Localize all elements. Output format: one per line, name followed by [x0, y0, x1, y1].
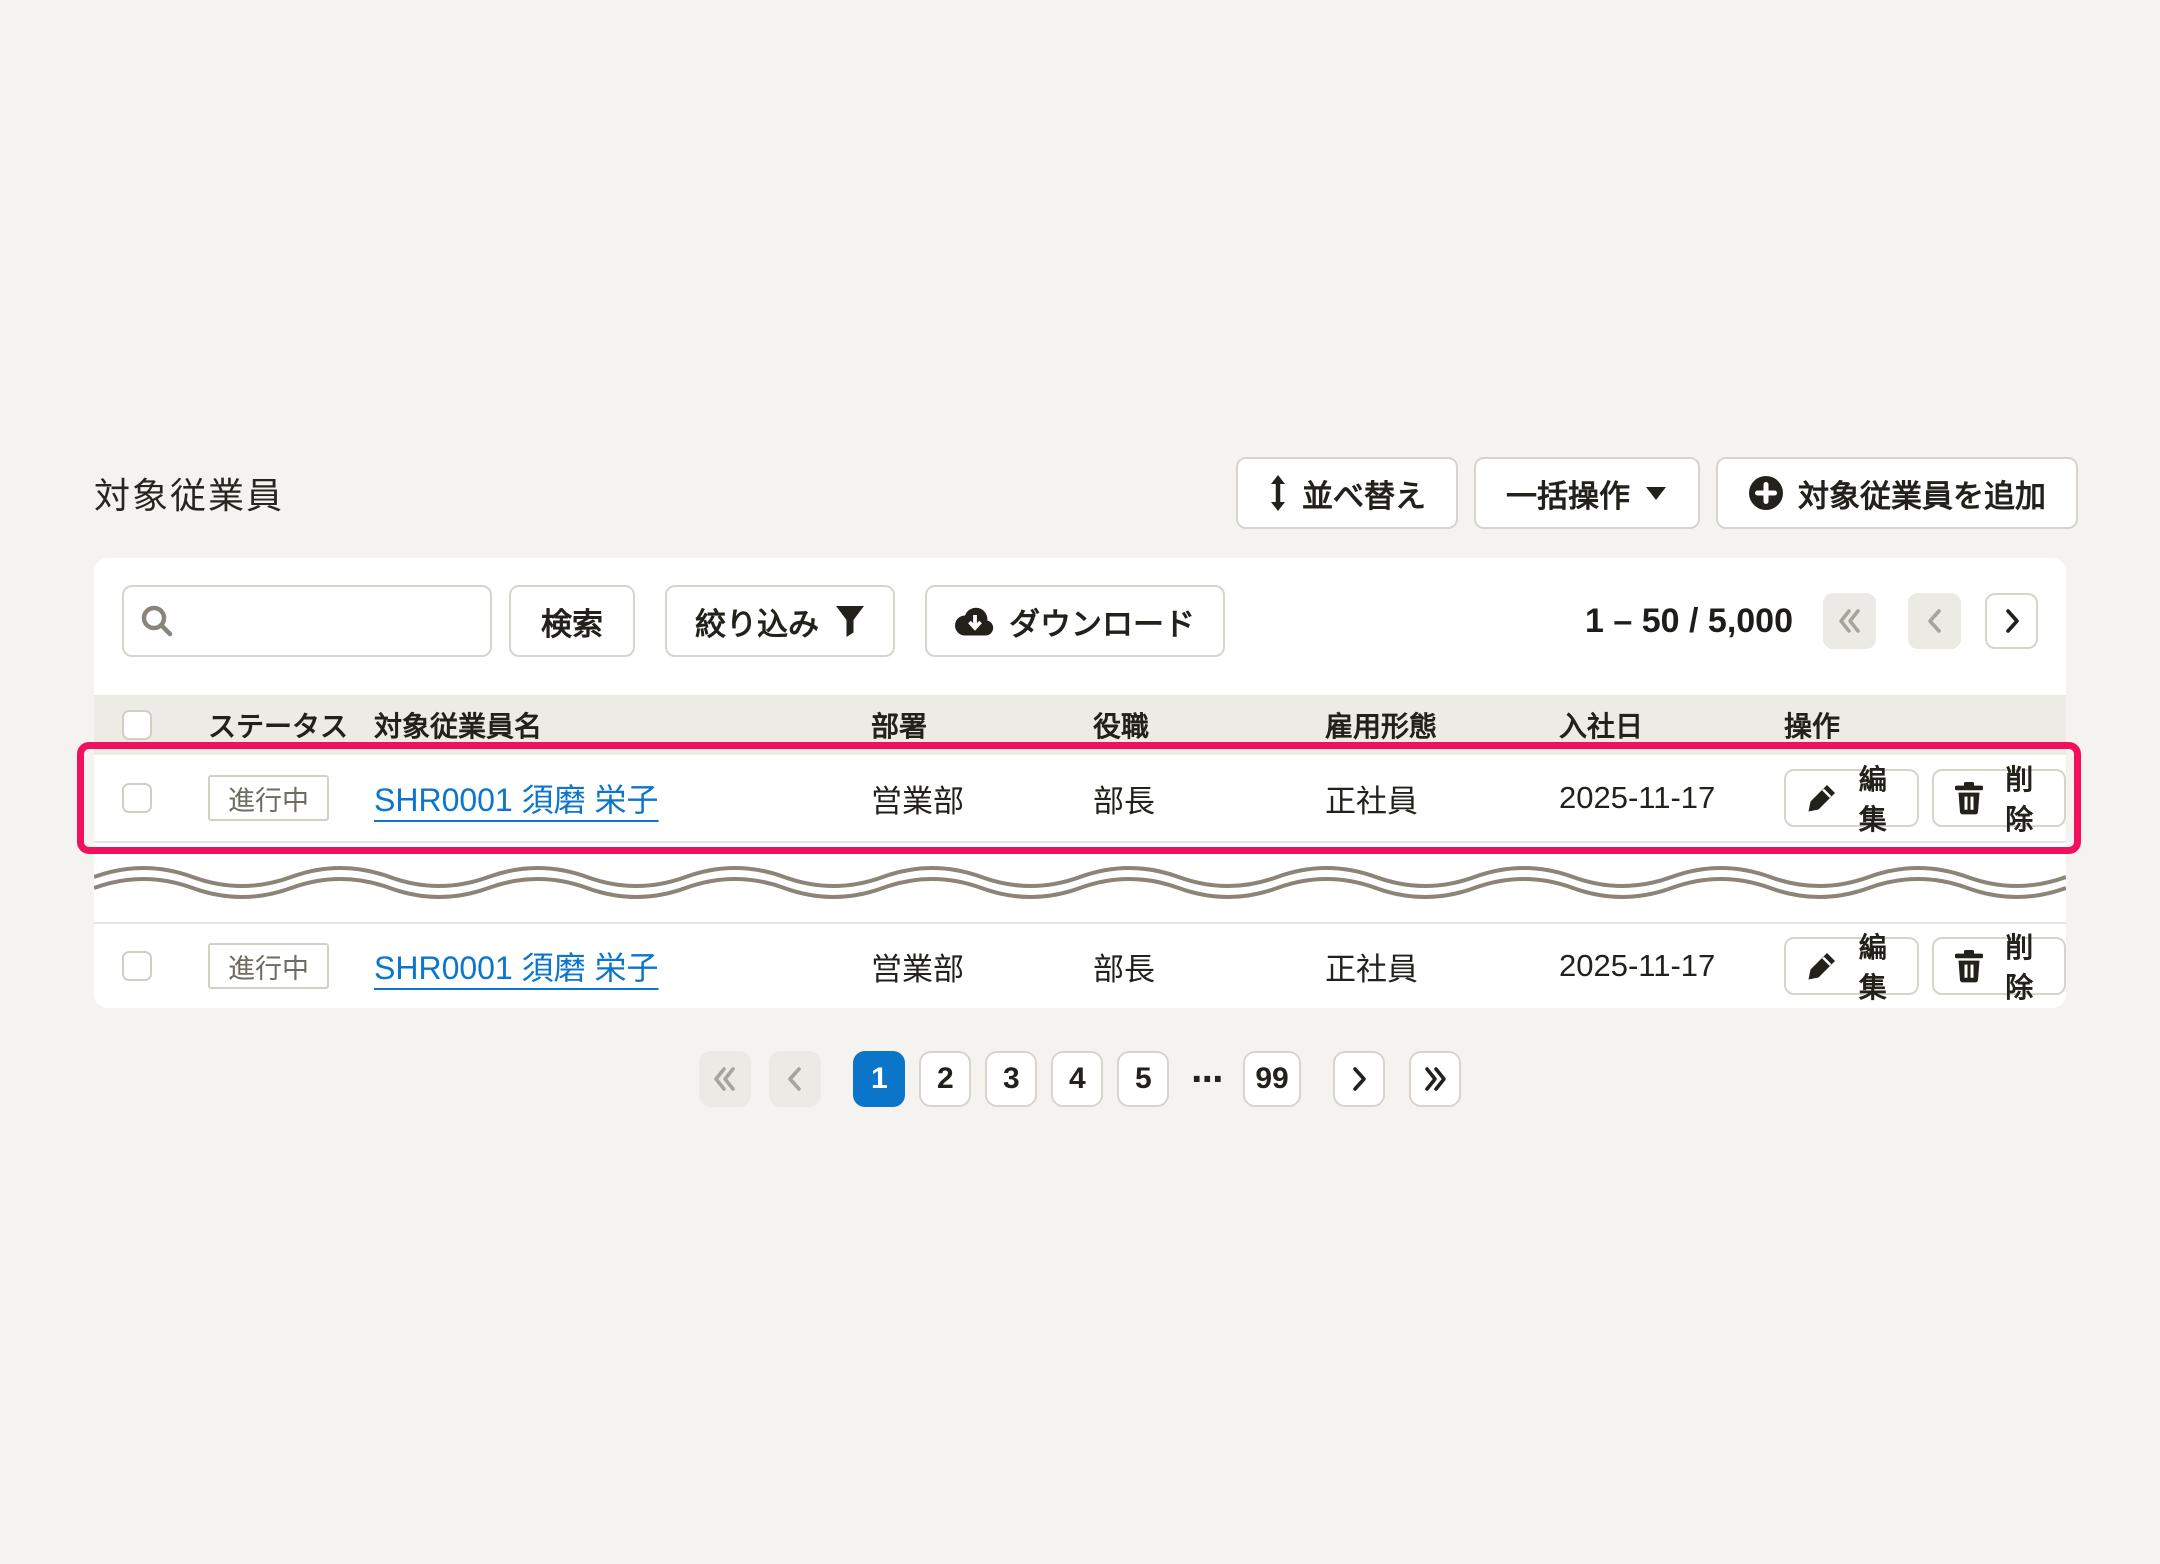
position-cell: 部長: [1093, 783, 1155, 819]
plus-circle-icon: [1748, 475, 1784, 511]
employee-name-link[interactable]: SHR0001 須磨 栄子: [374, 775, 659, 821]
column-header-status: ステータス: [208, 711, 349, 742]
column-header-department: 部署: [871, 711, 928, 742]
chevron-left-icon: [1925, 607, 1945, 635]
double-chevron-left-icon: [1837, 607, 1863, 635]
page-button-1[interactable]: 1: [853, 1051, 906, 1107]
chevron-left-icon: [785, 1065, 805, 1093]
truncation-wave-divider: [94, 861, 2066, 905]
chevron-down-icon: [1644, 486, 1668, 501]
delete-button-label: 削除: [2005, 932, 2034, 1003]
bulk-actions-label: 一括操作: [1506, 478, 1630, 514]
first-page-button: [1823, 593, 1876, 649]
add-employee-button[interactable]: 対象従業員を追加: [1716, 457, 2078, 529]
edit-button-label: 編集: [1858, 932, 1887, 1003]
table-header-row: ステータス 対象従業員名 部署 役職 雇用形態 入社日 操作: [94, 695, 2066, 755]
last-page-button[interactable]: [1408, 1051, 1461, 1107]
pencil-icon: [1806, 950, 1838, 982]
department-cell: 営業部: [871, 783, 964, 819]
next-page-button[interactable]: [1985, 593, 2038, 649]
page-button-5[interactable]: 5: [1117, 1051, 1170, 1107]
edit-button[interactable]: 編集: [1784, 932, 1920, 1003]
column-header-position: 役職: [1093, 711, 1150, 742]
edit-button-label: 編集: [1858, 764, 1887, 835]
employment-cell: 正社員: [1325, 951, 1418, 987]
edit-button[interactable]: 編集: [1784, 764, 1920, 835]
next-page-button[interactable]: [1332, 1051, 1385, 1107]
page-button-99[interactable]: 99: [1243, 1051, 1301, 1107]
row-actions: 編集 削除: [1784, 764, 2066, 835]
download-button[interactable]: ダウンロード: [925, 585, 1225, 657]
search-field: [122, 585, 492, 657]
delete-button[interactable]: 削除: [1932, 764, 2066, 835]
table-row: 進行中 SHR0001 須磨 栄子 営業部 部長 正社員 2025-11-17 …: [94, 755, 2066, 843]
position-cell: 部長: [1093, 951, 1155, 987]
pencil-icon: [1806, 782, 1838, 814]
chevron-right-icon: [2002, 607, 2022, 635]
top-pagination: 1 – 50 / 5,000: [1585, 593, 2038, 649]
department-cell: 営業部: [871, 951, 964, 987]
hire-date-cell: 2025-11-17: [1559, 948, 1716, 983]
trash-icon: [1954, 781, 1984, 815]
page-button-2[interactable]: 2: [919, 1051, 972, 1107]
select-all-checkbox[interactable]: [122, 710, 152, 740]
row-checkbox[interactable]: [122, 951, 152, 981]
prev-page-button: [769, 1051, 822, 1107]
hire-date-cell: 2025-11-17: [1559, 780, 1716, 815]
filter-button-label: 絞り込み: [695, 606, 819, 642]
employee-table-card: 検索 絞り込み ダウンロード 1 – 50 / 5,000 ステータス 対象従業…: [94, 558, 2066, 1008]
sort-icon: [1268, 474, 1288, 512]
header-actions: 並べ替え 一括操作 対象従業員を追加: [1236, 457, 2078, 529]
search-button-label: 検索: [541, 606, 603, 642]
search-input[interactable]: [184, 604, 474, 638]
search-toolbar: 検索 絞り込み ダウンロード 1 – 50 / 5,000: [122, 585, 2038, 657]
search-icon: [140, 604, 174, 638]
table-row: 進行中 SHR0001 須磨 栄子 営業部 部長 正社員 2025-11-17 …: [94, 922, 2066, 1008]
sort-button-label: 並べ替え: [1302, 478, 1426, 514]
column-header-employment: 雇用形態: [1325, 711, 1438, 742]
delete-button[interactable]: 削除: [1932, 932, 2066, 1003]
status-badge: 進行中: [208, 943, 329, 989]
chevron-right-icon: [1349, 1065, 1369, 1093]
bottom-pagination: 1 2 3 4 5 ⋯ 99: [0, 1051, 2160, 1107]
cloud-download-icon: [955, 606, 995, 637]
status-badge: 進行中: [208, 775, 329, 821]
search-button[interactable]: 検索: [509, 585, 635, 657]
page-title: 対象従業員: [94, 475, 285, 516]
add-employee-label: 対象従業員を追加: [1798, 478, 2046, 514]
employee-name-link[interactable]: SHR0001 須磨 栄子: [374, 943, 659, 989]
prev-page-button: [1908, 593, 1961, 649]
page-button-3[interactable]: 3: [985, 1051, 1038, 1107]
column-header-actions: 操作: [1784, 711, 1841, 742]
first-page-button: [699, 1051, 752, 1107]
download-button-label: ダウンロード: [1009, 606, 1195, 642]
funnel-icon: [835, 605, 865, 638]
column-header-name: 対象従業員名: [374, 711, 543, 742]
double-chevron-right-icon: [1422, 1065, 1448, 1093]
page-button-4[interactable]: 4: [1051, 1051, 1104, 1107]
double-chevron-left-icon: [712, 1065, 738, 1093]
trash-icon: [1954, 949, 1984, 983]
row-actions: 編集 削除: [1784, 932, 2066, 1003]
delete-button-label: 削除: [2005, 764, 2034, 835]
column-header-hire-date: 入社日: [1559, 711, 1644, 742]
sort-button[interactable]: 並べ替え: [1236, 457, 1458, 529]
employment-cell: 正社員: [1325, 783, 1418, 819]
filter-button[interactable]: 絞り込み: [665, 585, 895, 657]
page-header: 対象従業員 並べ替え 一括操作 対象従業員を追加: [94, 456, 2078, 530]
row-checkbox[interactable]: [122, 783, 152, 813]
pagination-ellipsis: ⋯: [1191, 1061, 1224, 1097]
bulk-actions-button[interactable]: 一括操作: [1474, 457, 1700, 529]
result-range-text: 1 – 50 / 5,000: [1585, 601, 1793, 640]
